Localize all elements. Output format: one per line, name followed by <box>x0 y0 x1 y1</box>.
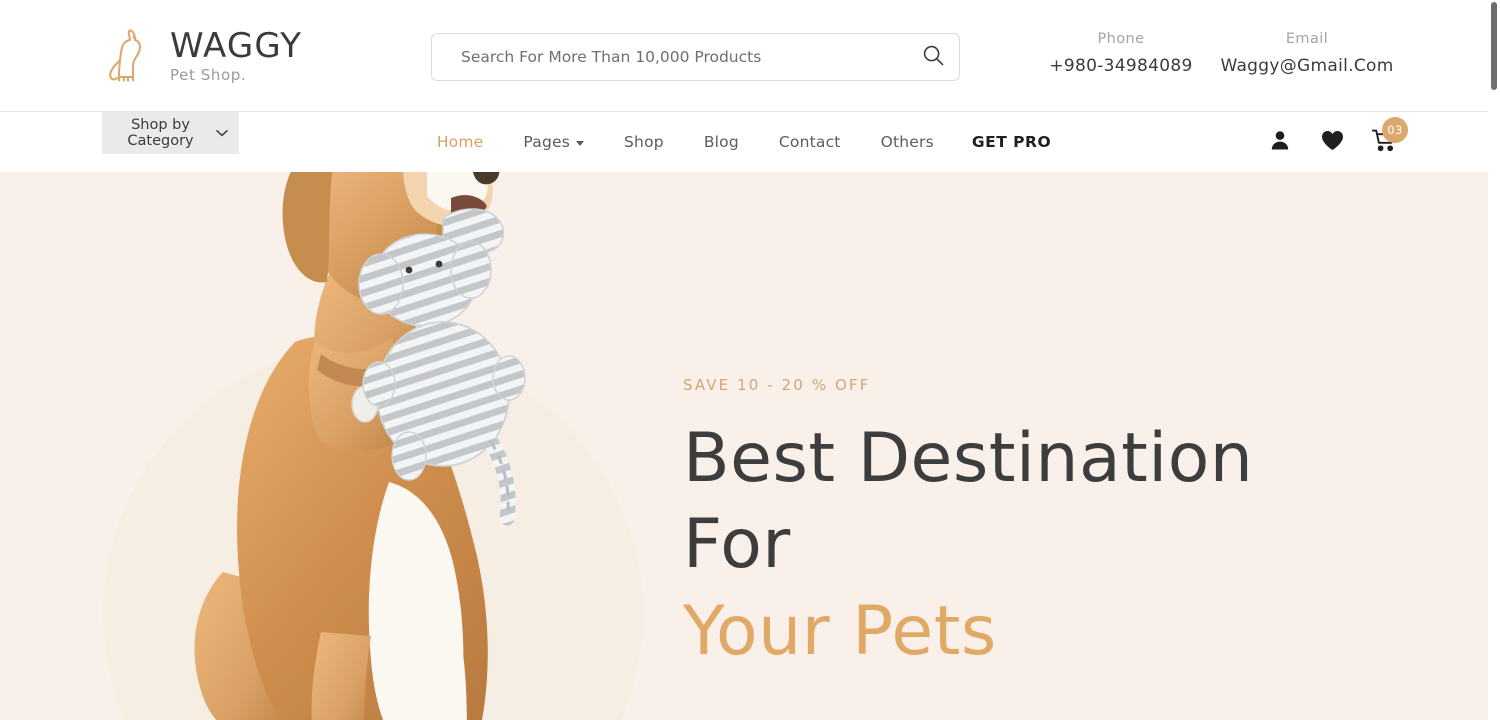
cart-count-badge: 03 <box>1382 117 1408 143</box>
nav-item-others[interactable]: Others <box>861 133 954 151</box>
nav-item-shop[interactable]: Shop <box>604 133 684 151</box>
get-pro-label: GET PRO <box>971 133 1052 151</box>
contact-phone-label: Phone <box>1097 31 1145 47</box>
hero-content: SAVE 10 - 20 % OFF Best Destination For … <box>683 376 1383 720</box>
wishlist-button[interactable] <box>1319 129 1345 155</box>
page-scrollbar[interactable] <box>1488 0 1500 720</box>
contact-email: Email Waggy@Gmail.Com <box>1214 30 1400 77</box>
hero-section: SAVE 10 - 20 % OFF Best Destination For … <box>0 172 1488 720</box>
get-pro-button[interactable]: GET PRO <box>954 133 1071 151</box>
contact-phone: Phone +980-34984089 <box>1028 30 1214 77</box>
hero-heading-line2: Your Pets <box>683 591 997 671</box>
search-bar[interactable] <box>431 33 960 81</box>
nav-item-pages[interactable]: Pages <box>503 133 604 151</box>
contact-email-label: Email <box>1285 31 1329 47</box>
brand-tagline: Pet Shop. <box>170 65 247 84</box>
nav-item-others-label: Others <box>880 133 934 151</box>
cart-button[interactable]: 03 <box>1371 117 1408 155</box>
user-icon <box>1269 129 1291 155</box>
hero-promo-text: SAVE 10 - 20 % OFF <box>683 376 871 394</box>
nav-item-home-label: Home <box>436 133 484 151</box>
caret-down-icon <box>576 140 585 146</box>
nav-action-icons: 03 <box>1267 112 1408 172</box>
nav-item-blog[interactable]: Blog <box>684 133 759 151</box>
hero-dog-photo <box>175 172 605 720</box>
dog-icon <box>104 27 156 85</box>
hero-heading: Best Destination For Your Pets <box>683 416 1383 675</box>
search-icon <box>923 45 944 69</box>
site-header: WAGGY Pet Shop. Phone +980-34984089 <box>0 0 1488 112</box>
scrollbar-thumb[interactable] <box>1491 2 1497 90</box>
hero-heading-line1: Best Destination For <box>683 419 1254 585</box>
main-navigation: Shop by Category Home Pages Shop Blog Co… <box>0 112 1488 172</box>
heart-icon <box>1321 130 1344 155</box>
nav-item-blog-label: Blog <box>703 133 739 151</box>
account-button[interactable] <box>1267 129 1293 155</box>
nav-links: Home Pages Shop Blog Contact Others GET … <box>0 112 1488 172</box>
header-contacts: Phone +980-34984089 Email Waggy@Gmail.Co… <box>1028 30 1400 77</box>
nav-item-home[interactable]: Home <box>417 133 504 151</box>
contact-phone-value[interactable]: +980-34984089 <box>1028 55 1214 77</box>
brand-logo[interactable]: WAGGY Pet Shop. <box>104 27 302 85</box>
search-input[interactable] <box>432 48 907 66</box>
nav-item-pages-label: Pages <box>523 133 571 151</box>
nav-item-contact-label: Contact <box>778 133 841 151</box>
page-root: WAGGY Pet Shop. Phone +980-34984089 <box>0 0 1500 720</box>
contact-email-value[interactable]: Waggy@Gmail.Com <box>1214 55 1400 77</box>
nav-item-contact[interactable]: Contact <box>759 133 861 151</box>
search-button[interactable] <box>907 34 959 80</box>
nav-item-shop-label: Shop <box>624 133 664 151</box>
brand-name: WAGGY <box>170 25 303 66</box>
